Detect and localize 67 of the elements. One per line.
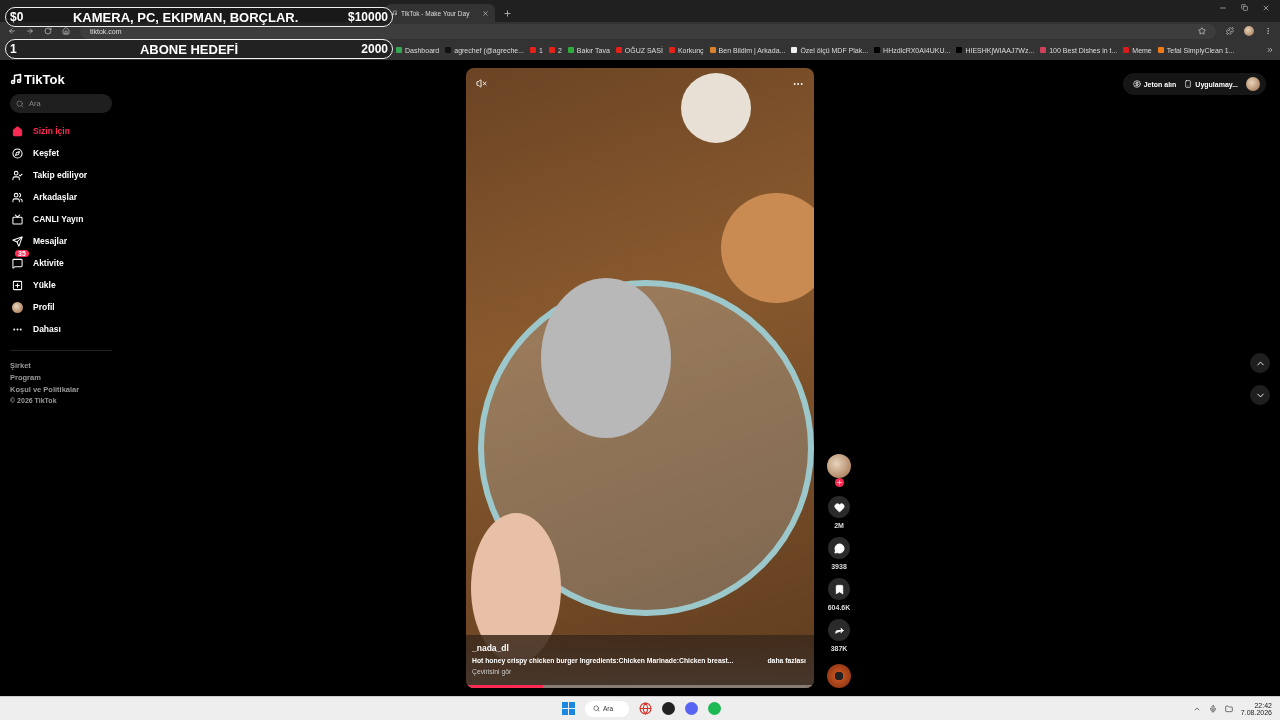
tv-icon	[12, 213, 23, 225]
nav-item[interactable]: CANLI Yayın	[10, 208, 112, 230]
nav-item[interactable]: Keşfet	[10, 142, 112, 164]
logo-text: TikTok	[24, 71, 65, 87]
bookmark-icon	[833, 583, 845, 595]
nav-item[interactable]: Takip ediliyor	[10, 164, 112, 186]
coin-icon	[1132, 80, 1141, 88]
plus-icon	[836, 479, 843, 486]
search-icon	[593, 705, 600, 712]
phone-icon	[1184, 80, 1193, 88]
goal-label: KAMERA, PC, EKIPMAN, BORÇLAR.	[73, 9, 299, 25]
compass-icon	[12, 147, 23, 159]
follow-button[interactable]	[835, 478, 844, 487]
nav-item[interactable]: Sizin İçin	[10, 120, 112, 142]
heart-icon	[833, 501, 845, 513]
extensions-icon[interactable]	[1226, 27, 1234, 35]
forward-icon[interactable]	[26, 27, 34, 35]
user-avatar[interactable]	[1246, 77, 1260, 91]
browser-app-icon[interactable]	[639, 702, 652, 715]
menu-icon[interactable]	[1264, 27, 1272, 35]
app-icon[interactable]	[662, 702, 675, 715]
new-tab-icon[interactable]	[503, 9, 512, 18]
action-button[interactable]	[828, 619, 850, 641]
goal-start: 1	[10, 42, 17, 56]
note-icon	[391, 10, 397, 16]
action-button[interactable]	[828, 496, 850, 518]
plus-square-icon	[12, 279, 23, 291]
nav-item[interactable]: Yükle	[10, 274, 112, 296]
reload-icon[interactable]	[44, 27, 52, 35]
goal-end: $10000	[347, 10, 388, 24]
close-icon[interactable]	[1262, 4, 1270, 12]
action-button[interactable]	[828, 537, 850, 559]
more-bookmarks-icon[interactable]	[1266, 46, 1274, 54]
action-button[interactable]	[828, 578, 850, 600]
goal-label: ABONE HEDEFİ	[139, 41, 239, 57]
creator-avatar[interactable]	[827, 454, 851, 478]
minimize-icon[interactable]	[1219, 4, 1227, 12]
comment-icon	[833, 542, 845, 554]
bookmark-star-icon[interactable]	[1198, 27, 1206, 35]
tiktok-logo-icon	[10, 73, 22, 85]
message-icon	[12, 257, 23, 269]
next-button[interactable]	[1250, 385, 1270, 405]
user-check-icon	[12, 169, 23, 181]
previous-button[interactable]	[1250, 353, 1270, 373]
progress-track[interactable]	[466, 685, 814, 688]
goal-end: 2000	[361, 42, 388, 56]
back-icon[interactable]	[8, 27, 16, 35]
chat-app-icon[interactable]	[685, 702, 698, 715]
users-icon	[12, 191, 23, 203]
mic-icon[interactable]	[1208, 704, 1217, 713]
search-icon	[16, 99, 24, 108]
close-icon[interactable]	[482, 9, 489, 17]
nav-item[interactable]: Arkadaşlar	[10, 186, 112, 208]
windows-logo-icon[interactable]	[562, 702, 575, 715]
mute-icon[interactable]	[476, 78, 487, 89]
nav-item[interactable]: Dahası	[10, 318, 112, 340]
home-icon[interactable]	[62, 27, 70, 35]
paper-plane-icon	[12, 235, 23, 247]
profile-avatar	[1244, 26, 1254, 36]
author-name[interactable]: _nada_dl	[472, 643, 806, 653]
home-icon	[12, 125, 23, 137]
avatar-icon	[12, 301, 23, 313]
sound-disc[interactable]	[827, 664, 851, 688]
nav-item[interactable]: Profil	[10, 296, 112, 318]
restore-icon[interactable]	[1241, 4, 1248, 11]
goal-start: $0	[10, 10, 24, 24]
nav-item[interactable]: Mesajlar	[10, 230, 112, 252]
